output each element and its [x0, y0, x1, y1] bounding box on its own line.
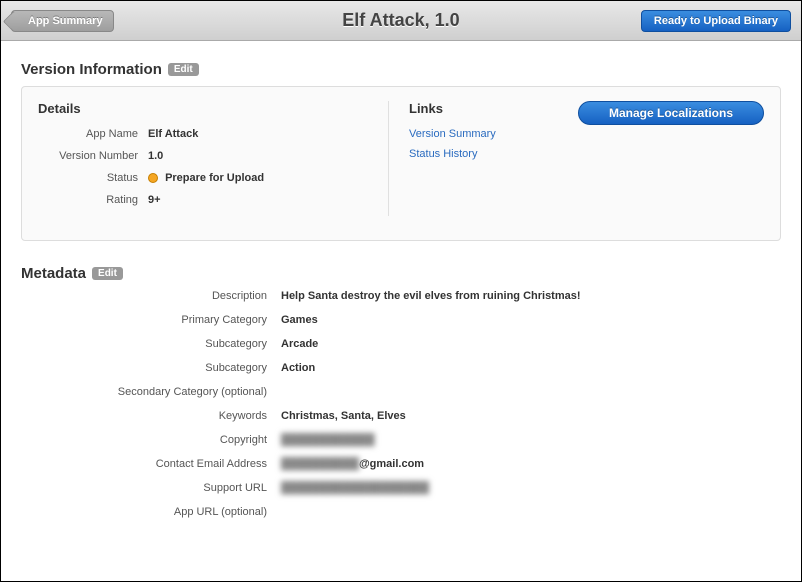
back-button-label: App Summary: [28, 15, 103, 27]
version-info-heading: Version Information Edit: [21, 61, 781, 78]
subcategory2-row: Subcategory Action: [21, 362, 781, 374]
keywords-row: Keywords Christmas, Santa, Elves: [21, 410, 781, 422]
ready-upload-button[interactable]: Ready to Upload Binary: [641, 10, 791, 32]
support-url-value: ███████████████████: [281, 482, 429, 494]
primary-category-label: Primary Category: [21, 314, 281, 326]
link-status-history[interactable]: Status History: [409, 148, 568, 160]
manage-localizations-label: Manage Localizations: [609, 106, 733, 120]
copyright-row: Copyright ████████████: [21, 434, 781, 446]
support-url-label: Support URL: [21, 482, 281, 494]
status-row: Status Prepare for Upload: [38, 172, 368, 184]
description-value: Help Santa destroy the evil elves from r…: [281, 290, 581, 302]
copyright-label: Copyright: [21, 434, 281, 446]
app-name-value: Elf Attack: [148, 128, 198, 140]
support-url-blurred: ███████████████████: [281, 482, 429, 494]
back-button[interactable]: App Summary: [11, 10, 114, 32]
contact-email-label: Contact Email Address: [21, 458, 281, 470]
description-row: Description Help Santa destroy the evil …: [21, 290, 781, 302]
app-name-label: App Name: [38, 128, 148, 140]
subcategory2-value: Action: [281, 362, 315, 374]
links-subheading: Links: [409, 101, 568, 116]
version-number-value: 1.0: [148, 150, 163, 162]
links-column: Links Version Summary Status History: [388, 101, 568, 216]
manage-localizations-button[interactable]: Manage Localizations: [578, 101, 764, 125]
metadata-heading-text: Metadata: [21, 265, 86, 282]
status-value: Prepare for Upload: [148, 172, 264, 184]
status-value-text: Prepare for Upload: [165, 172, 264, 184]
primary-category-row: Primary Category Games: [21, 314, 781, 326]
header-bar: App Summary Elf Attack, 1.0 Ready to Upl…: [1, 1, 801, 41]
edit-metadata-button[interactable]: Edit: [92, 267, 123, 280]
secondary-category-label: Secondary Category (optional): [21, 386, 281, 398]
support-url-row: Support URL ███████████████████: [21, 482, 781, 494]
subcategory1-value: Arcade: [281, 338, 318, 350]
rating-value: 9+: [148, 194, 161, 206]
app-name-row: App Name Elf Attack: [38, 128, 368, 140]
version-number-label: Version Number: [38, 150, 148, 162]
app-url-label: App URL (optional): [21, 506, 281, 518]
contact-email-value: ██████████@gmail.com: [281, 458, 424, 470]
status-label: Status: [38, 172, 148, 184]
details-subheading: Details: [38, 101, 368, 116]
subcategory1-label: Subcategory: [21, 338, 281, 350]
content: Version Information Edit Details App Nam…: [1, 41, 801, 518]
contact-email-suffix: @gmail.com: [359, 458, 424, 470]
keywords-value: Christmas, Santa, Elves: [281, 410, 406, 422]
manage-column: Manage Localizations: [568, 101, 764, 216]
edit-version-info-button[interactable]: Edit: [168, 63, 199, 76]
version-number-row: Version Number 1.0: [38, 150, 368, 162]
copyright-blurred: ████████████: [281, 434, 375, 446]
metadata-section: Metadata Edit Description Help Santa des…: [21, 265, 781, 518]
details-column: Details App Name Elf Attack Version Numb…: [38, 101, 388, 216]
primary-category-value: Games: [281, 314, 318, 326]
link-version-summary[interactable]: Version Summary: [409, 128, 568, 140]
ready-upload-label: Ready to Upload Binary: [654, 15, 778, 27]
app-url-row: App URL (optional): [21, 506, 781, 518]
version-info-heading-text: Version Information: [21, 61, 162, 78]
secondary-category-row: Secondary Category (optional): [21, 386, 781, 398]
keywords-label: Keywords: [21, 410, 281, 422]
contact-email-blurred: ██████████: [281, 458, 359, 470]
rating-row: Rating 9+: [38, 194, 368, 206]
copyright-value: ████████████: [281, 434, 375, 446]
subcategory2-label: Subcategory: [21, 362, 281, 374]
contact-email-row: Contact Email Address ██████████@gmail.c…: [21, 458, 781, 470]
description-label: Description: [21, 290, 281, 302]
subcategory1-row: Subcategory Arcade: [21, 338, 781, 350]
status-dot-icon: [148, 173, 158, 183]
rating-label: Rating: [38, 194, 148, 206]
details-box: Details App Name Elf Attack Version Numb…: [21, 86, 781, 241]
metadata-heading: Metadata Edit: [21, 265, 781, 282]
